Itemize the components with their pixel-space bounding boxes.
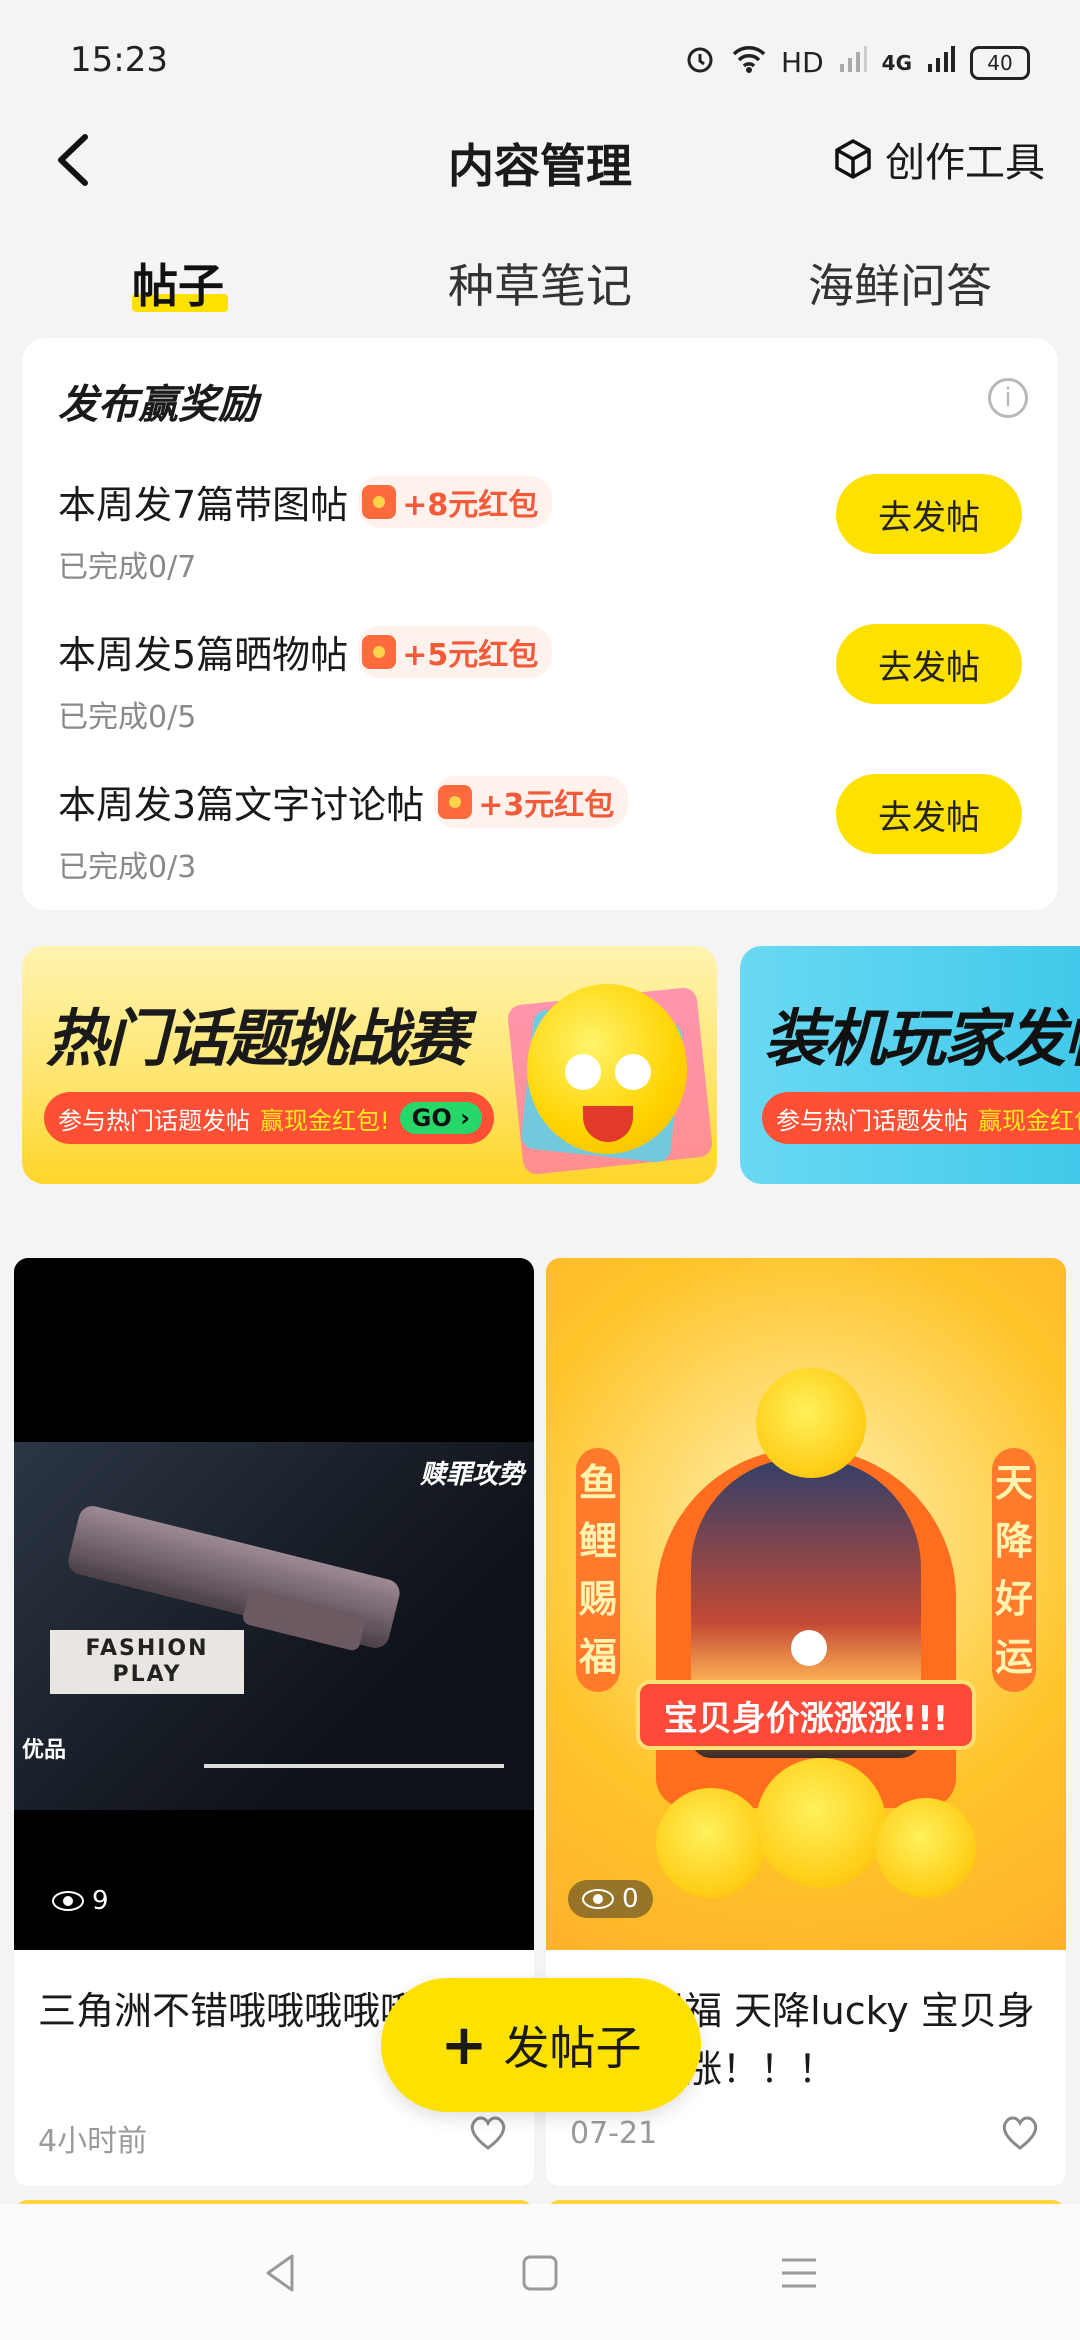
battery-level: 40 bbox=[987, 50, 1013, 75]
mascot-eye bbox=[615, 1054, 651, 1090]
mascot-image bbox=[756, 1758, 886, 1888]
red-packet-icon bbox=[362, 634, 397, 669]
create-post-button[interactable]: + 发帖子 bbox=[381, 1978, 701, 2112]
banner-pill-highlight: 赢现金红包! bbox=[260, 1106, 390, 1135]
info-icon[interactable]: i bbox=[988, 378, 1028, 418]
wifi-icon bbox=[731, 44, 767, 81]
red-packet-icon bbox=[438, 784, 473, 819]
nav-back-icon[interactable] bbox=[258, 2250, 304, 2296]
task-label: 本周发3篇文字讨论帖 bbox=[58, 783, 425, 827]
reward-amount: +3元红包 bbox=[478, 787, 615, 823]
view-count: 9 bbox=[52, 1886, 109, 1916]
signal-weak-icon bbox=[838, 44, 868, 81]
reward-badge: +3元红包 bbox=[434, 775, 629, 828]
fashion-badge: FASHION PLAY bbox=[50, 1630, 244, 1694]
post-now-button[interactable]: 去发帖 bbox=[836, 774, 1022, 854]
post-time: 07-21 bbox=[570, 2116, 658, 2151]
task-progress: 已完成0/3 bbox=[58, 850, 197, 885]
eye-icon bbox=[52, 1891, 84, 1911]
banner-subtitle: 参与热门话题发帖 赢现金红包! GO › bbox=[44, 1092, 494, 1144]
banner-pill-highlight: 赢现金红包! bbox=[978, 1106, 1080, 1135]
nav-home-icon[interactable] bbox=[517, 2250, 563, 2296]
red-packet-icon bbox=[362, 484, 397, 519]
view-count: 0 bbox=[568, 1880, 653, 1918]
mascot-image bbox=[527, 984, 687, 1154]
task-progress: 已完成0/7 bbox=[58, 550, 197, 585]
creation-tools-label: 创作工具 bbox=[885, 140, 1045, 186]
view-count-value: 9 bbox=[92, 1886, 109, 1916]
reward-badge: +5元红包 bbox=[358, 625, 553, 678]
network-label: HD bbox=[781, 46, 824, 79]
game-label: 优品 bbox=[22, 1738, 67, 1763]
post-time: 4小时前 bbox=[38, 2124, 148, 2159]
mascot-image bbox=[876, 1798, 976, 1898]
mascot-mouth bbox=[583, 1106, 633, 1142]
game-divider bbox=[204, 1764, 504, 1768]
view-count-value: 0 bbox=[622, 1884, 639, 1914]
task-label: 本周发5篇晒物帖 bbox=[58, 633, 349, 677]
post-thumbnail: 赎罪攻势 FASHION PLAY 优品 9 bbox=[14, 1258, 534, 1950]
right-couplet: 天降好运 bbox=[992, 1448, 1036, 1692]
status-bar: 15:23 HD 4G 40 bbox=[0, 0, 1080, 130]
cube-icon bbox=[835, 139, 871, 179]
battery-icon: 40 bbox=[970, 45, 1030, 80]
banner-pill-text: 参与热门话题发帖 bbox=[776, 1106, 968, 1135]
pc-builder-banner[interactable]: 装机玩家发帖 参与热门话题发帖 赢现金红包! bbox=[740, 946, 1080, 1184]
game-screenshot: 赎罪攻势 FASHION PLAY 优品 bbox=[14, 1442, 534, 1810]
heart-icon[interactable] bbox=[466, 2110, 510, 2154]
hot-topic-banner[interactable]: 热门话题挑战赛 参与热门话题发帖 赢现金红包! GO › bbox=[22, 946, 717, 1184]
creation-tools-button[interactable]: 创作工具 bbox=[831, 130, 1045, 188]
sun-image bbox=[791, 1630, 827, 1666]
banner-title: 热门话题挑战赛 bbox=[46, 1002, 468, 1075]
network-type: 4G bbox=[881, 50, 912, 75]
task-label: 本周发7篇带图帖 bbox=[58, 483, 349, 527]
left-couplet: 鱼鲤赐福 bbox=[576, 1448, 620, 1692]
signal-icon bbox=[926, 44, 956, 81]
tab-notes[interactable]: 种草笔记 bbox=[448, 250, 632, 316]
status-icons: HD 4G 40 bbox=[683, 42, 1030, 83]
task-3: 本周发3篇文字讨论帖 +3元红包 bbox=[58, 774, 629, 829]
eye-icon bbox=[582, 1889, 614, 1909]
post-now-button[interactable]: 去发帖 bbox=[836, 474, 1022, 554]
plus-icon: + bbox=[440, 2012, 488, 2078]
go-label: GO › bbox=[399, 1102, 482, 1134]
task-1: 本周发7篇带图帖 +8元红包 bbox=[58, 474, 553, 529]
mascot-eye bbox=[565, 1054, 601, 1090]
alarm-icon bbox=[683, 42, 717, 83]
mascot-image bbox=[756, 1368, 866, 1478]
mascot-image bbox=[656, 1788, 766, 1898]
heart-icon[interactable] bbox=[998, 2110, 1042, 2154]
reward-amount: +5元红包 bbox=[402, 637, 539, 673]
task-progress: 已完成0/5 bbox=[58, 700, 197, 735]
post-now-button[interactable]: 去发帖 bbox=[836, 624, 1022, 704]
task-2: 本周发5篇晒物帖 +5元红包 bbox=[58, 624, 553, 679]
reward-amount: +8元红包 bbox=[402, 487, 539, 523]
reward-badge: +8元红包 bbox=[358, 475, 553, 528]
banner-subtitle: 参与热门话题发帖 赢现金红包! bbox=[762, 1092, 1080, 1144]
status-time: 15:23 bbox=[70, 40, 168, 80]
tab-qa[interactable]: 海鲜问答 bbox=[808, 250, 992, 316]
game-corner-title: 赎罪攻势 bbox=[419, 1460, 524, 1490]
nav-menu-icon[interactable] bbox=[776, 2250, 822, 2296]
tab-posts[interactable]: 帖子 bbox=[132, 250, 224, 316]
banner-title: 装机玩家发帖 bbox=[764, 1002, 1080, 1075]
post-thumbnail: 鱼鲤赐福 天降好运 宝贝身价涨涨涨!!! 0 bbox=[546, 1258, 1066, 1950]
lucky-banner: 宝贝身价涨涨涨!!! bbox=[636, 1680, 976, 1750]
rewards-title: 发布赢奖励 bbox=[58, 382, 258, 428]
create-post-label: 发帖子 bbox=[503, 2021, 642, 2075]
banner-pill-text: 参与热门话题发帖 bbox=[58, 1106, 250, 1135]
